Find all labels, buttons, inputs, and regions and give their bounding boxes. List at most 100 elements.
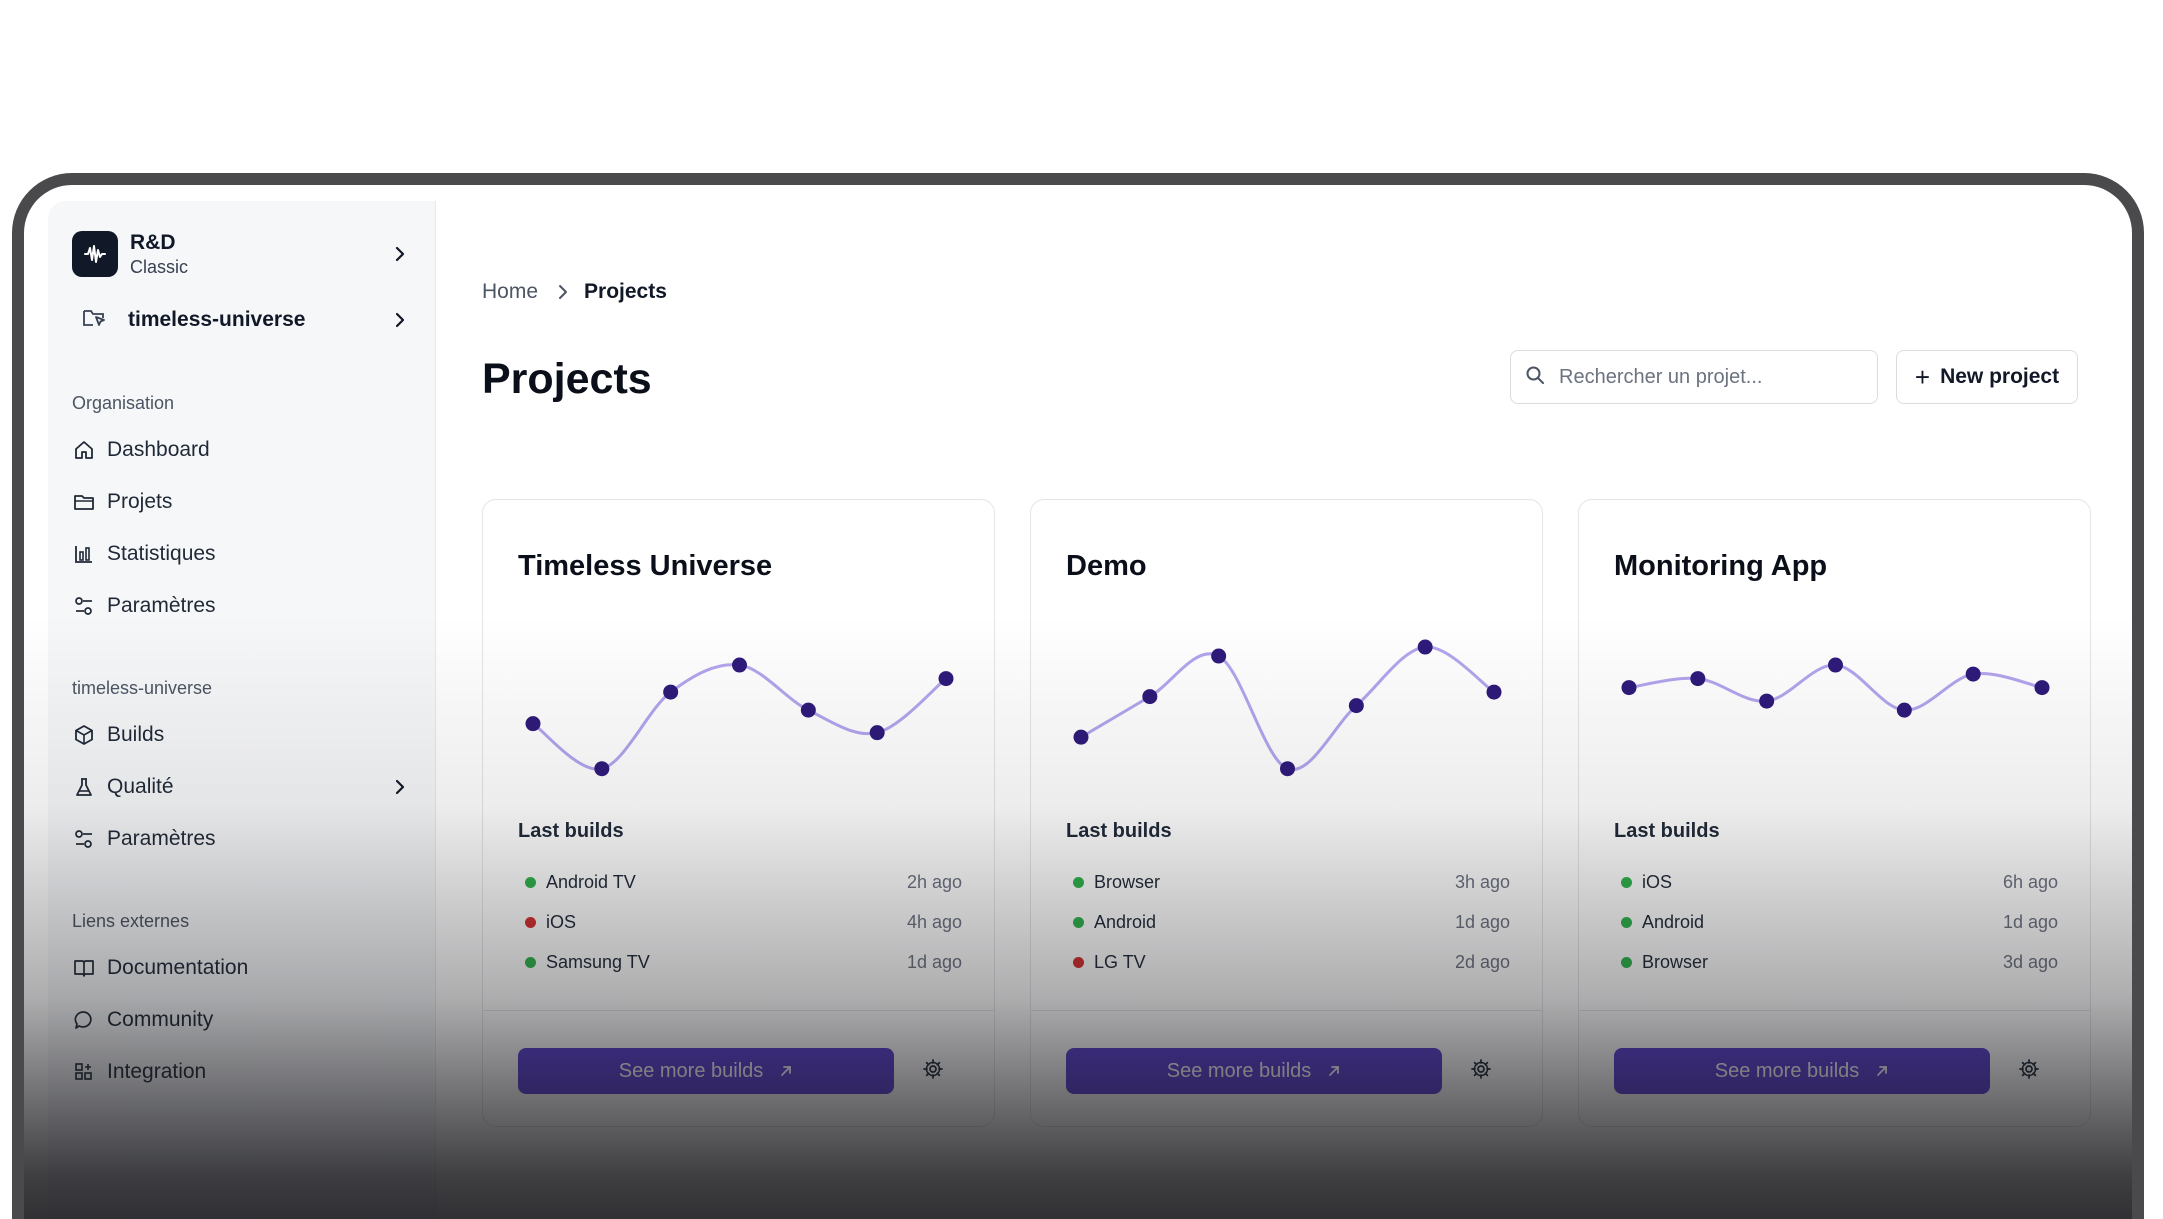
project-switcher[interactable]: timeless-universe bbox=[72, 293, 411, 347]
sidebar-item-documentation[interactable]: Documentation bbox=[72, 942, 411, 994]
build-row[interactable]: Browser 3d ago bbox=[1621, 942, 2058, 982]
build-name: Samsung TV bbox=[546, 951, 650, 972]
build-name: Android bbox=[1642, 911, 1705, 932]
gear-icon bbox=[922, 1058, 944, 1085]
project-card-title: Monitoring App bbox=[1614, 550, 1828, 582]
org-name: R&D bbox=[130, 230, 176, 254]
status-dot bbox=[1621, 876, 1632, 888]
status-dot bbox=[1073, 876, 1084, 888]
status-dot bbox=[1073, 916, 1084, 928]
chat-icon bbox=[72, 1008, 96, 1032]
sidebar-item-label: Community bbox=[107, 1008, 214, 1031]
sidebar-item-builds[interactable]: Builds bbox=[72, 709, 411, 761]
build-row[interactable]: LG TV 2d ago bbox=[1073, 942, 1510, 982]
build-time: 6h ago bbox=[2002, 871, 2058, 892]
sidebar-item-community[interactable]: Community bbox=[72, 994, 411, 1046]
build-name: Android bbox=[1094, 911, 1157, 932]
package-icon bbox=[72, 723, 96, 747]
sparkline-point bbox=[800, 702, 816, 718]
sidebar-item-label: Paramètres bbox=[107, 827, 216, 850]
build-row[interactable]: Samsung TV 1d ago bbox=[525, 942, 962, 982]
build-row[interactable]: Browser 3h ago bbox=[1073, 862, 1510, 902]
sidebar-item-label: Builds bbox=[107, 723, 165, 746]
gear-icon bbox=[1470, 1058, 1492, 1085]
build-time: 3h ago bbox=[1454, 871, 1510, 892]
sidebar-item-integration[interactable]: Integration bbox=[72, 1046, 411, 1098]
see-more-builds-button[interactable]: See more builds bbox=[518, 1048, 894, 1094]
build-row[interactable]: iOS 4h ago bbox=[525, 902, 962, 942]
card-settings-button[interactable] bbox=[1458, 1048, 1504, 1094]
project-card[interactable]: Monitoring App Last builds iOS 6h ago An… bbox=[1578, 499, 2091, 1127]
org-logo bbox=[72, 231, 118, 277]
sidebar-item-qualite[interactable]: Qualité bbox=[72, 761, 411, 813]
sparkline-point bbox=[594, 761, 610, 777]
sidebar-item-label: Documentation bbox=[107, 956, 249, 979]
sparkline-point bbox=[1759, 693, 1775, 709]
build-sparkline bbox=[525, 657, 954, 777]
card-divider bbox=[483, 1010, 994, 1011]
build-time: 1d ago bbox=[2002, 911, 2058, 932]
sidebar-item-projets[interactable]: Projets bbox=[72, 476, 411, 528]
sparkline-point bbox=[1486, 684, 1502, 700]
breadcrumb-home[interactable]: Home bbox=[482, 280, 538, 304]
see-more-builds-button[interactable]: See more builds bbox=[1614, 1048, 1990, 1094]
sidebar-item-parametres-project[interactable]: Paramètres bbox=[72, 813, 411, 865]
last-builds-title: Last builds bbox=[1066, 820, 1172, 842]
bar-chart-icon bbox=[72, 542, 96, 566]
build-name: Browser bbox=[1094, 871, 1161, 892]
sidebar-item-statistiques[interactable]: Statistiques bbox=[72, 528, 411, 580]
section-title-external-links: Liens externes bbox=[72, 911, 190, 931]
status-dot bbox=[1621, 956, 1632, 968]
sparkline-point bbox=[1690, 671, 1706, 687]
sparkline-point bbox=[1965, 666, 1981, 682]
chevron-right-icon bbox=[389, 243, 411, 265]
project-card-title: Timeless Universe bbox=[518, 550, 773, 582]
card-settings-button[interactable] bbox=[910, 1048, 956, 1094]
search-input[interactable] bbox=[1559, 365, 1849, 389]
section-title-organisation: Organisation bbox=[72, 393, 175, 413]
sparkline-point bbox=[663, 684, 679, 700]
build-row[interactable]: Android 1d ago bbox=[1621, 902, 2058, 942]
chevron-right-icon bbox=[389, 776, 411, 798]
sidebar-item-dashboard[interactable]: Dashboard bbox=[72, 424, 411, 476]
build-row[interactable]: Android 1d ago bbox=[1073, 902, 1510, 942]
sparkline-point bbox=[1828, 657, 1843, 673]
build-row[interactable]: Android TV 2h ago bbox=[525, 862, 962, 902]
see-more-label: See more builds bbox=[1714, 1059, 1860, 1082]
build-row[interactable]: iOS 6h ago bbox=[1621, 862, 2058, 902]
project-card[interactable]: Timeless Universe Last builds Android TV… bbox=[482, 499, 995, 1127]
org-switcher[interactable]: R&D Classic bbox=[72, 221, 411, 287]
search-box[interactable] bbox=[1510, 350, 1878, 404]
app-screen: R&D Classic timeless-universe Organisati… bbox=[24, 185, 2132, 1219]
build-name: iOS bbox=[1642, 871, 1673, 892]
sidebar-item-label: Dashboard bbox=[107, 438, 210, 461]
sparkline-point bbox=[869, 725, 885, 741]
sparkline-point bbox=[938, 671, 954, 687]
sidebar-item-label: Paramètres bbox=[107, 594, 216, 617]
card-settings-button[interactable] bbox=[2006, 1048, 2052, 1094]
card-divider bbox=[1579, 1010, 2090, 1011]
card-divider bbox=[1031, 1010, 1542, 1011]
build-time: 4h ago bbox=[906, 911, 962, 932]
sidebar-item-parametres[interactable]: Paramètres bbox=[72, 580, 411, 632]
page-title: Projects bbox=[482, 355, 652, 403]
sidebar-item-label: Statistiques bbox=[107, 542, 216, 565]
new-project-button[interactable]: + New project bbox=[1896, 350, 2078, 404]
sparkline-point bbox=[1073, 729, 1089, 745]
sparkline-path bbox=[1080, 645, 1495, 772]
chevron-right-icon bbox=[389, 309, 411, 331]
sidebar-item-label: Integration bbox=[107, 1060, 207, 1083]
build-name: LG TV bbox=[1094, 951, 1146, 972]
build-time: 3d ago bbox=[2002, 951, 2058, 972]
sidebar: R&D Classic timeless-universe Organisati… bbox=[48, 201, 436, 1219]
arrow-up-right-icon bbox=[1875, 1064, 1889, 1078]
main-content: Home Projects Projects + New project Tim… bbox=[436, 185, 2132, 1219]
builds-list: Android TV 2h ago iOS 4h ago Samsung TV … bbox=[525, 862, 962, 982]
sparkline-point bbox=[1348, 698, 1364, 714]
last-builds-title: Last builds bbox=[1614, 820, 1720, 842]
breadcrumb-current: Projects bbox=[584, 280, 667, 303]
settings-sliders-icon bbox=[72, 594, 96, 618]
project-card[interactable]: Demo Last builds Browser 3h ago Android … bbox=[1030, 499, 1543, 1127]
see-more-builds-button[interactable]: See more builds bbox=[1066, 1048, 1442, 1094]
build-name: Android TV bbox=[546, 871, 636, 892]
